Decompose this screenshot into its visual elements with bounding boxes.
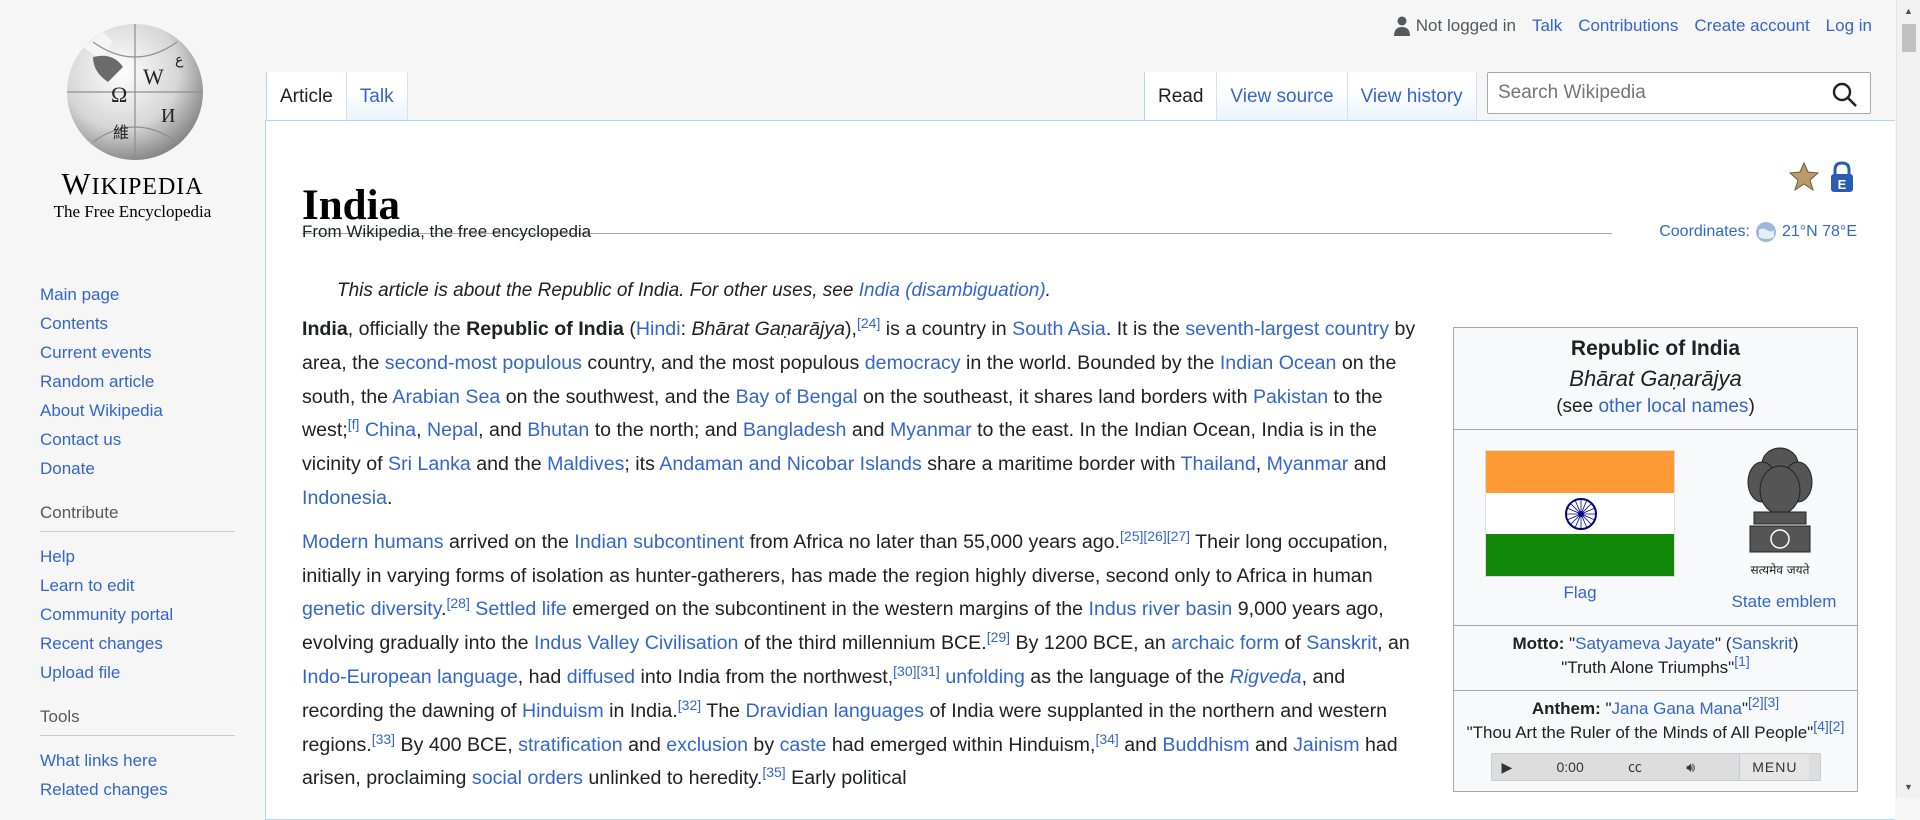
sidebar-heading-contribute: Contribute [40,503,235,532]
anthem-trans-refs[interactable]: [4][2] [1813,718,1844,734]
flag-band-green [1486,534,1674,576]
infobox-country-name: Republic of India [1570,337,1741,360]
flag-caption-link[interactable]: Flag [1485,583,1675,603]
tab-talk[interactable]: Talk [345,72,408,120]
sidebar-item-related-changes[interactable]: Related changes [40,775,240,804]
search-input[interactable] [1487,72,1871,114]
namespace-tabs: Article Talk [266,72,408,120]
personal-tools: Not logged in Talk Contributions Create … [1393,16,1872,36]
sidebar-item-contact[interactable]: Contact us [40,425,240,454]
scrollbar-thumb[interactable] [1902,24,1916,52]
anthem-translation: "Thou Art the Ruler of the Minds of All … [1466,723,1814,742]
wikipedia-wordmark: WIKIPEDIA [61,166,204,201]
personal-talk-link[interactable]: Talk [1532,16,1562,36]
sidebar-item-community-portal[interactable]: Community portal [40,600,240,629]
state-emblem-image[interactable]: सत्यमेव जयते [1732,442,1828,582]
svg-text:維: 維 [113,123,129,142]
sidebar-item-donate[interactable]: Donate [40,454,240,483]
title-indicators: E [1789,161,1855,193]
ashoka-chakra-icon [1565,497,1597,530]
hatnote: This article is about the Republic of In… [337,280,1051,301]
infobox-native-name: Bhārat Gaṇarājya [1569,366,1742,391]
player-menu-button[interactable]: MENU [1739,754,1810,780]
wikipedia-globe-icon: Ω W И 維 ع [66,24,203,160]
login-status: Not logged in [1393,16,1516,36]
motto-ref[interactable]: [1] [1734,653,1750,669]
svg-text:ع: ع [175,52,184,68]
create-account-link[interactable]: Create account [1694,16,1809,36]
article-body: India, officially the Republic of India … [302,313,1432,806]
flag-band-white [1486,492,1674,535]
emblem-caption-link[interactable]: State emblem [1719,592,1849,612]
svg-text:Ω: Ω [111,82,127,107]
sidebar-item-main-page[interactable]: Main page [40,280,240,309]
player-time: 0:00 [1556,759,1584,775]
tab-view-source[interactable]: View source [1216,72,1347,120]
coordinates-link[interactable]: 21°N 78°E [1782,223,1857,241]
sidebar: Main page Contents Current events Random… [40,280,240,804]
sidebar-item-help[interactable]: Help [40,542,240,571]
search-icon[interactable] [1830,80,1860,108]
india-flag-image[interactable] [1485,450,1675,577]
protection-lock-icon[interactable]: E [1829,161,1855,193]
motto-link[interactable]: Satyameva Jayate [1575,634,1715,653]
audio-player: ▶ 0:00 ㏄ 🔊︎ MENU [1490,753,1821,781]
globe-icon[interactable] [1755,221,1777,243]
infobox-anthem: Anthem: "Jana Gana Mana"[2][3] "Thou Art… [1454,691,1857,791]
sidebar-item-random-article[interactable]: Random article [40,367,240,396]
captions-icon[interactable]: ㏄ [1628,755,1642,779]
article-tagline: From Wikipedia, the free encyclopedia [302,222,592,241]
featured-article-star-icon[interactable] [1789,161,1819,191]
sidebar-item-what-links-here[interactable]: What links here [40,746,240,775]
wikipedia-logo[interactable]: Ω W И 維 ع WIKIPEDIA The Free Encyclopedi… [30,12,235,232]
contributions-link[interactable]: Contributions [1578,16,1678,36]
play-icon[interactable]: ▶ [1502,755,1513,779]
other-local-names-link[interactable]: other local names [1598,396,1748,417]
motto-translation: "Truth Alone Triumphs" [1561,658,1735,677]
flag-band-saffron [1486,451,1674,493]
infobox-header: Republic of India Bhārat Gaṇarājya (see … [1454,328,1857,430]
sidebar-item-contents[interactable]: Contents [40,309,240,338]
infobox: Republic of India Bhārat Gaṇarājya (see … [1453,327,1858,792]
sanskrit-link[interactable]: Sanskrit [1731,634,1792,653]
anthem-link[interactable]: Jana Gana Mana [1612,699,1742,718]
sidebar-item-recent-changes[interactable]: Recent changes [40,629,240,658]
article-content: India E From Wikipedia, the free encyclo… [265,120,1895,820]
infobox-images: Flag सत्यमेव जयते State emblem [1454,430,1857,626]
sidebar-item-about[interactable]: About Wikipedia [40,396,240,425]
infobox-motto: Motto: "Satyameva Jayate" (Sanskrit) "Tr… [1454,626,1857,691]
sidebar-item-upload-file[interactable]: Upload file [40,658,240,687]
paragraph-lead: India, officially the Republic of India … [302,315,1416,509]
svg-text:E: E [1838,177,1847,192]
tab-article[interactable]: Article [266,72,346,120]
tab-read[interactable]: Read [1144,72,1217,120]
not-logged-in-text: Not logged in [1415,16,1516,35]
svg-text:И: И [161,105,175,127]
motto-label: Motto: [1512,634,1565,653]
sidebar-item-current-events[interactable]: Current events [40,338,240,367]
user-icon [1393,16,1410,36]
volume-icon[interactable]: 🔊︎ [1686,755,1695,779]
coordinates: Coordinates: 21°N 78°E [1659,221,1857,243]
view-tabs: Read View source View history [1144,72,1477,120]
scroll-down-arrow-icon[interactable]: ▼ [1904,782,1913,792]
sidebar-heading-tools: Tools [40,707,235,736]
scroll-up-arrow-icon[interactable]: ▲ [1904,6,1913,16]
sidebar-item-learn-to-edit[interactable]: Learn to edit [40,571,240,600]
infobox-local-names: (see other local names) [1556,396,1755,417]
tab-view-history[interactable]: View history [1346,72,1477,120]
link[interactable]: Hindi [636,318,681,340]
paragraph-history: Modern humans arrived on the Indian subc… [302,527,1410,790]
wikipedia-tagline: The Free Encyclopedia [53,202,212,221]
svg-text:W: W [143,64,164,89]
login-link[interactable]: Log in [1826,16,1872,36]
disambiguation-link[interactable]: India (disambiguation) [859,280,1046,301]
emblem-motto-text: सत्यमेव जयते [1751,563,1811,577]
anthem-label: Anthem: [1531,699,1601,718]
coordinates-label: Coordinates: [1659,223,1750,240]
vertical-scrollbar[interactable]: ▲ ▼ [1896,0,1920,798]
anthem-refs[interactable]: [2][3] [1748,694,1779,710]
